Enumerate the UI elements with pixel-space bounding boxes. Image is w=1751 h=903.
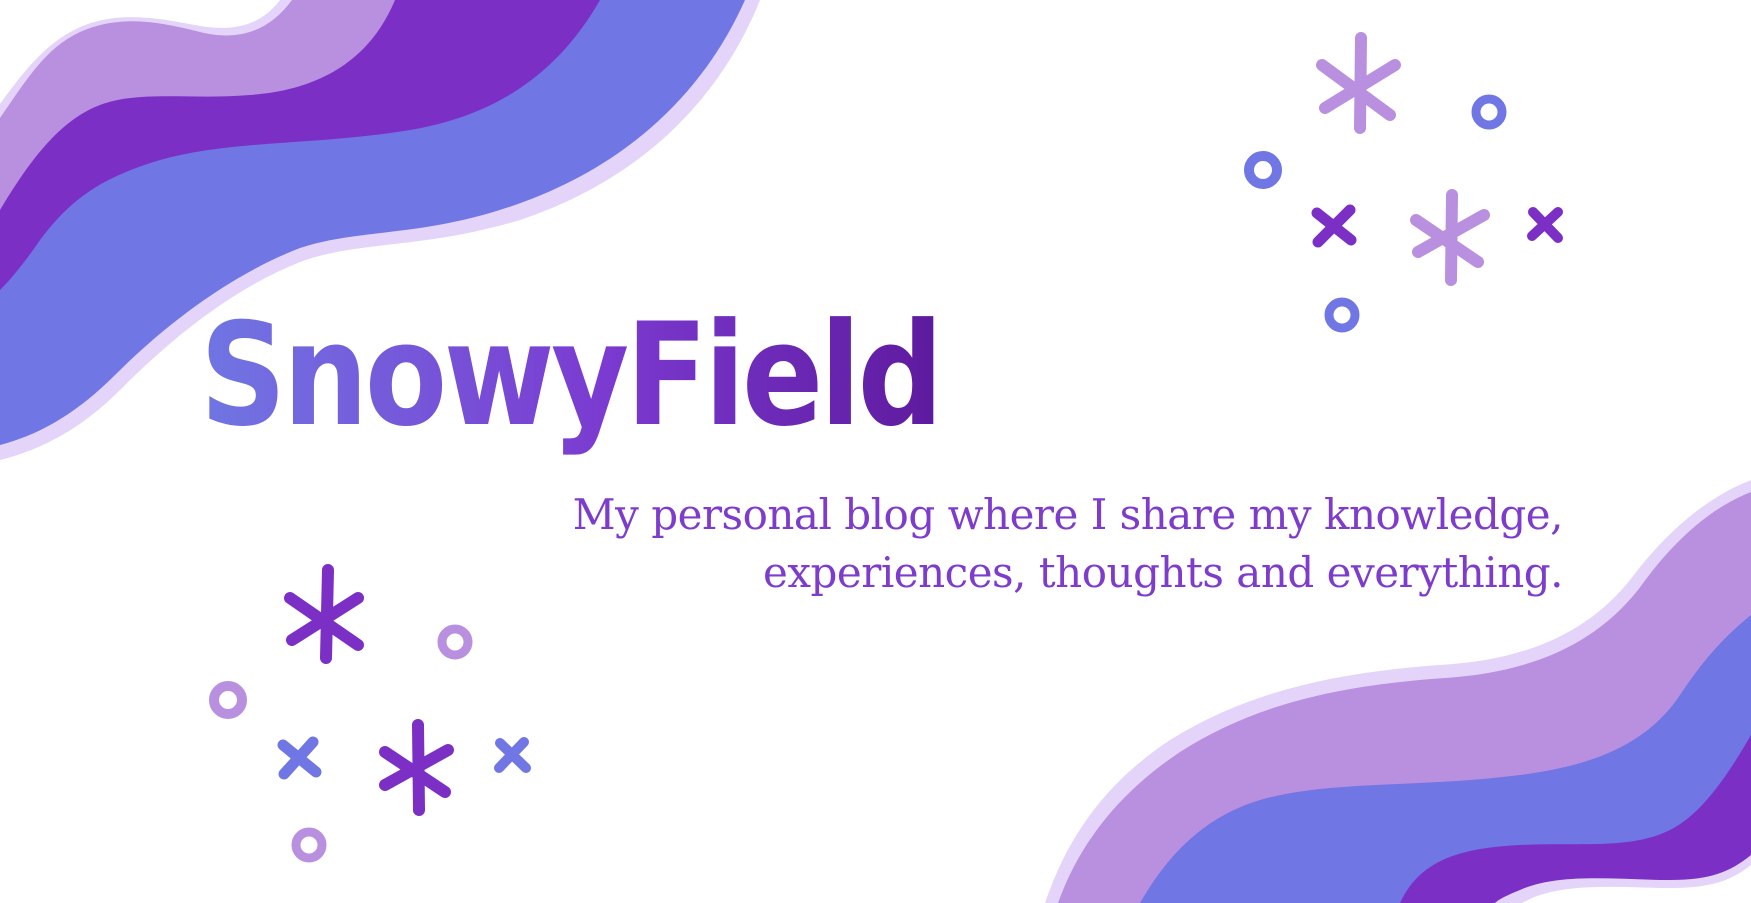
logo: SnowyField bbox=[200, 293, 944, 458]
cross-icon bbox=[277, 736, 322, 780]
hero-banner: SnowyField My personal blog where I shar… bbox=[0, 0, 1751, 903]
circle-icon bbox=[1471, 94, 1507, 130]
asterisk-icon bbox=[1316, 32, 1401, 134]
top-right-sparkles bbox=[1244, 32, 1563, 333]
tagline: My personal blog where I share my knowle… bbox=[563, 486, 1564, 602]
asterisk-icon bbox=[379, 719, 454, 816]
bottom-left-sparkles bbox=[209, 564, 531, 863]
circle-icon bbox=[209, 681, 247, 719]
circle-icon bbox=[1324, 297, 1360, 333]
tagline-line-1: My personal blog where I share my knowle… bbox=[572, 490, 1564, 539]
asterisk-icon bbox=[284, 564, 364, 664]
cross-icon bbox=[1527, 207, 1563, 243]
circle-icon bbox=[291, 827, 327, 863]
circle-icon bbox=[437, 624, 473, 660]
circle-icon bbox=[1244, 151, 1282, 189]
cross-icon bbox=[1311, 204, 1357, 248]
asterisk-icon bbox=[1410, 189, 1490, 286]
cross-icon bbox=[494, 737, 531, 773]
logo-wordmark: SnowyField bbox=[200, 293, 940, 458]
tagline-line-2: experiences, thoughts and everything. bbox=[762, 548, 1564, 597]
